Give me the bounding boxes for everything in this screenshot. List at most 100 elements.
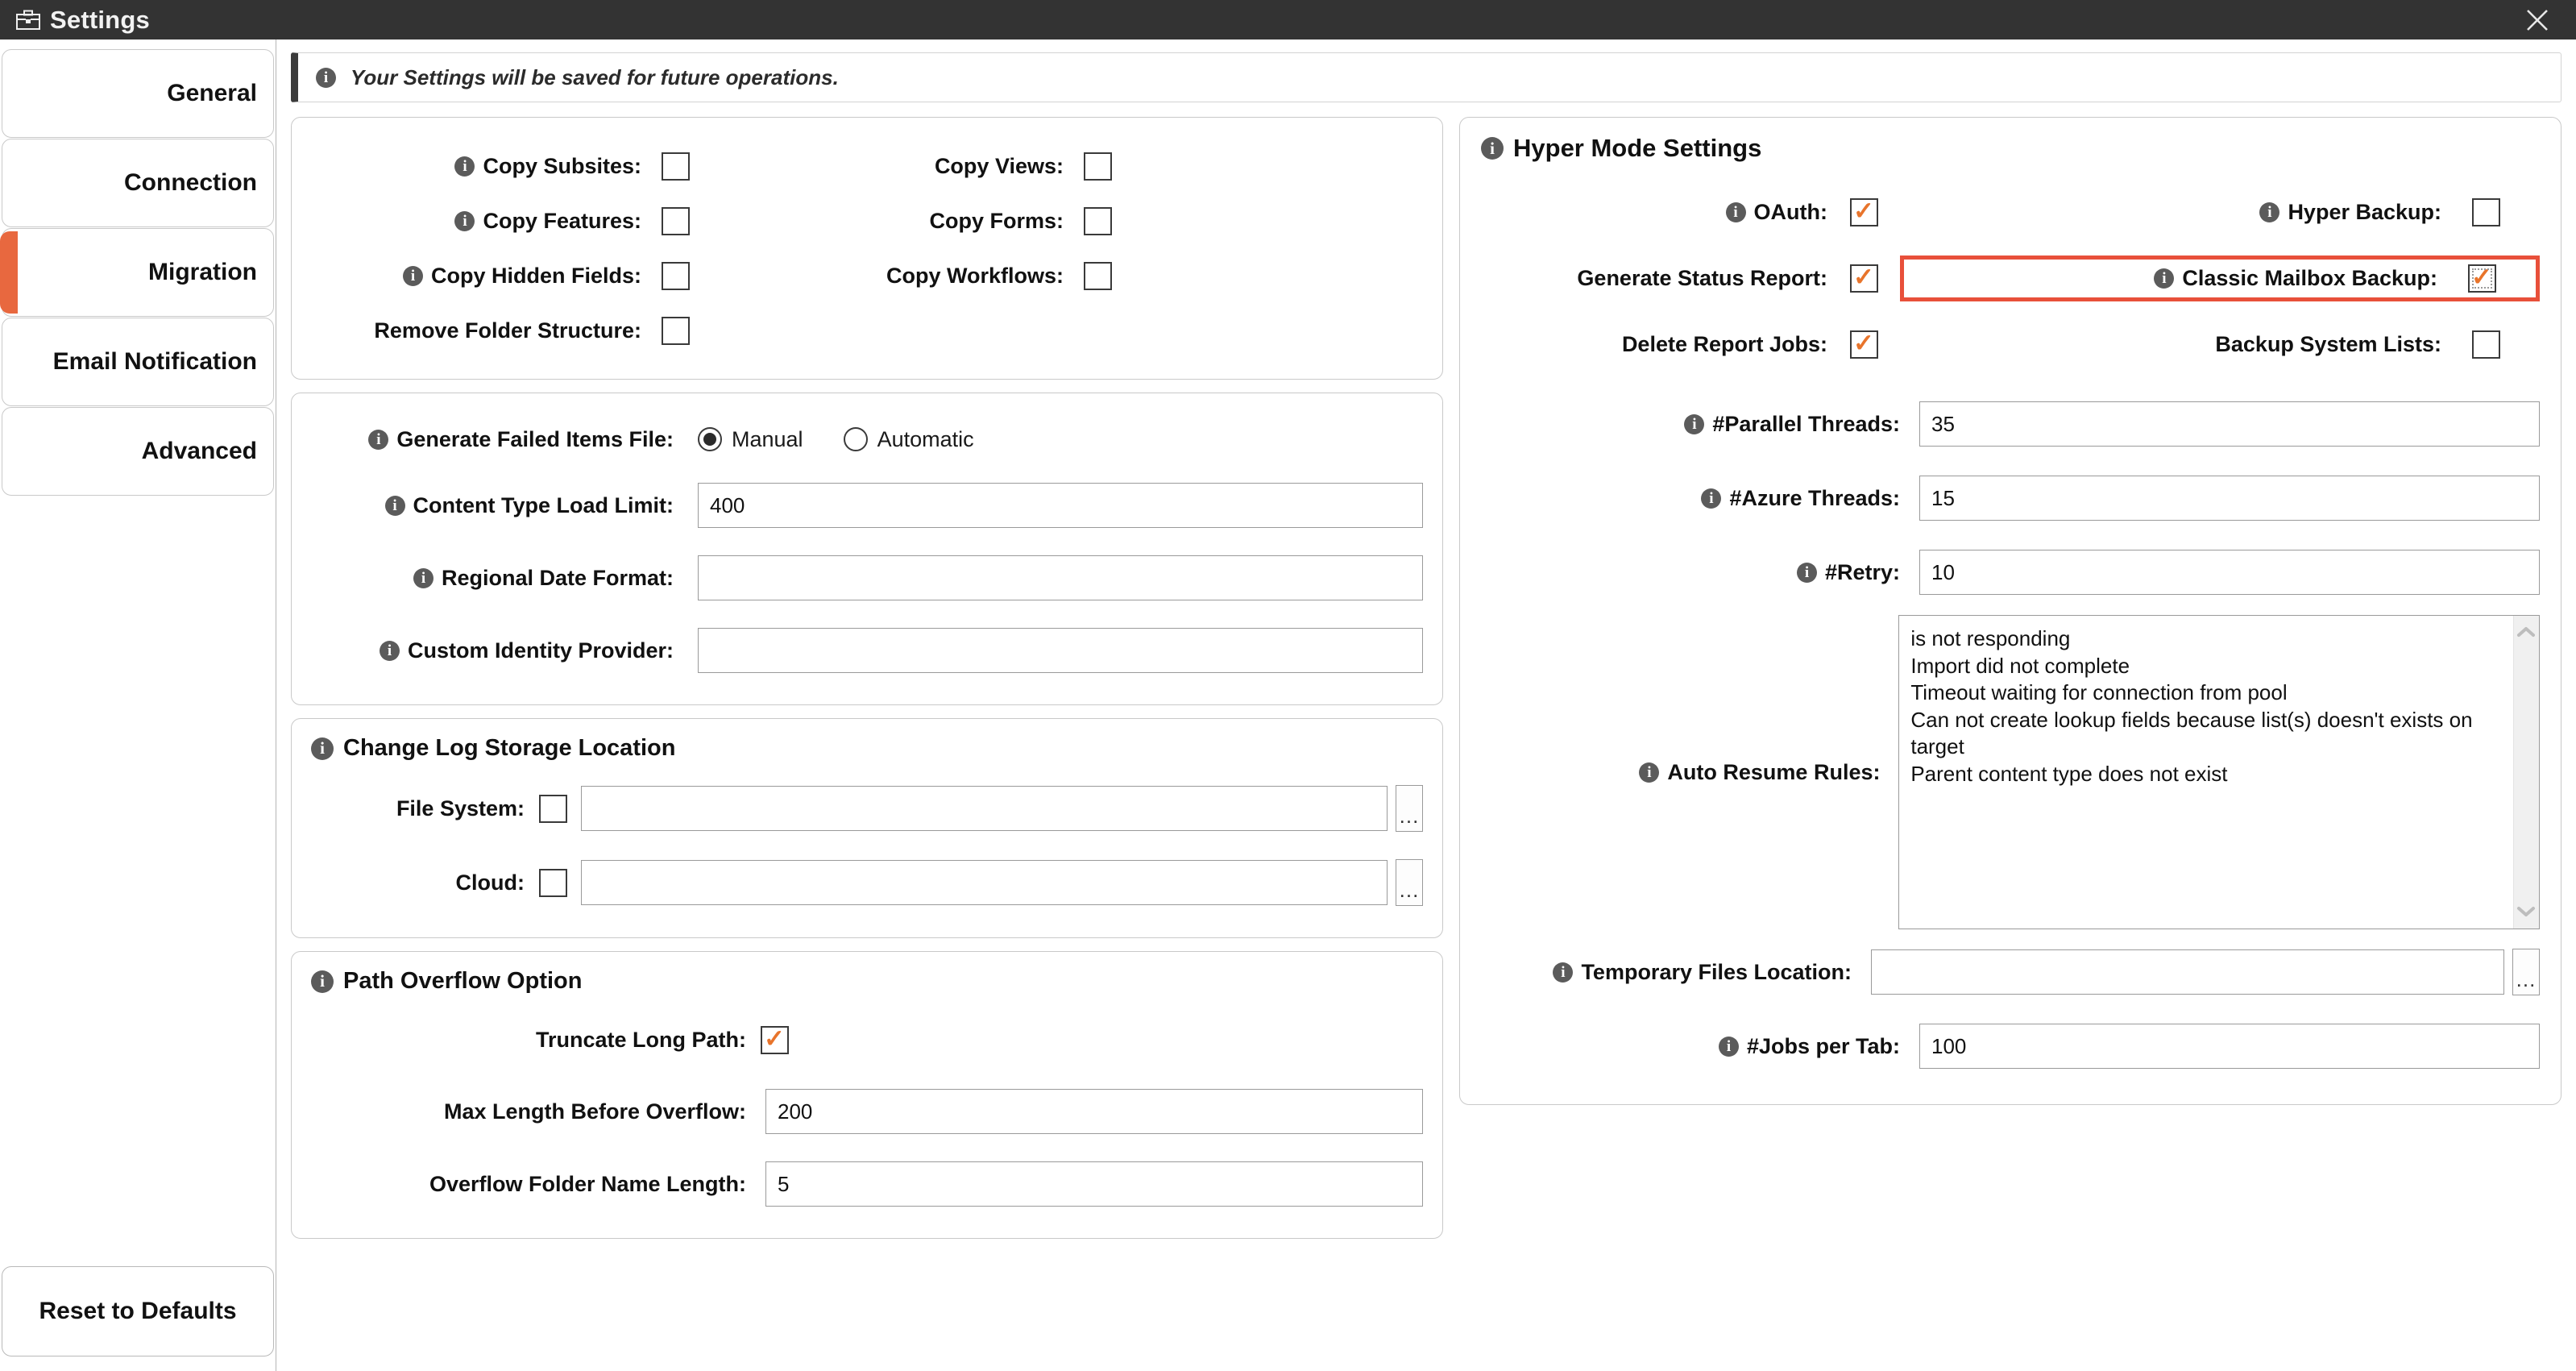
sidebar-item-label: Email Notification <box>52 348 257 375</box>
custom-identity-provider-input[interactable] <box>698 628 1423 673</box>
content-type-load-limit-input[interactable]: 400 <box>698 483 1423 528</box>
generate-failed-items-label-wrap: i Generate Failed Items File: <box>311 427 674 452</box>
hyper-backup-checkbox[interactable] <box>2471 197 2500 226</box>
sidebar-item-advanced[interactable]: Advanced <box>2 407 274 496</box>
hyper-mode-settings-title: Hyper Mode Settings <box>1513 134 1762 162</box>
radio-automatic[interactable]: Automatic <box>843 427 974 452</box>
remove-folder-structure-checkbox[interactable] <box>661 316 690 345</box>
close-icon[interactable] <box>2521 4 2553 36</box>
sidebar-tab-list: General Connection Migration Email Notif… <box>0 49 276 496</box>
copy-forms-checkbox[interactable] <box>1083 206 1112 235</box>
radio-manual[interactable]: Manual <box>698 427 803 452</box>
reset-to-defaults-button[interactable]: Reset to Defaults <box>2 1266 274 1356</box>
auto-resume-rule-item: Timeout waiting for connection from pool <box>1910 680 2288 705</box>
sidebar-item-connection[interactable]: Connection <box>2 139 274 227</box>
file-system-browse-button[interactable]: ... <box>1396 785 1423 832</box>
copy-features-row: i Copy Features: Copy Forms: <box>311 193 1423 248</box>
retry-input[interactable]: 10 <box>1919 550 2540 595</box>
info-icon: i <box>413 567 433 588</box>
sidebar-item-migration[interactable]: Migration <box>0 228 274 317</box>
delete-report-jobs-row: Delete Report Jobs: ✓ Backup System List… <box>1481 313 2540 376</box>
info-icon: i <box>402 265 423 286</box>
change-log-storage-title: Change Log Storage Location <box>343 735 676 761</box>
chevron-down-icon[interactable] <box>2516 902 2536 922</box>
content-type-load-limit-label-wrap: i Content Type Load Limit: <box>311 493 674 518</box>
auto-resume-rule-item: Parent content type does not exist <box>1910 761 2228 786</box>
copy-features-checkbox[interactable] <box>661 206 690 235</box>
classic-mailbox-backup-checkbox[interactable]: ✓ <box>2467 264 2496 293</box>
reset-button-wrap: Reset to Defaults <box>0 1266 276 1371</box>
copy-features-label: Copy Features: <box>483 208 641 233</box>
overflow-folder-name-label-wrap: Overflow Folder Name Length: <box>311 1172 746 1197</box>
parallel-threads-input[interactable]: 35 <box>1919 401 2540 447</box>
custom-identity-provider-row: i Custom Identity Provider: <box>311 614 1423 687</box>
copy-workflows-label-wrap: Copy Workflows: <box>709 264 1064 289</box>
temporary-files-browse-button[interactable]: ... <box>2512 949 2540 995</box>
copy-hidden-fields-checkbox[interactable] <box>661 261 690 290</box>
info-icon: i <box>1718 1036 1739 1057</box>
content-type-load-limit-label: Content Type Load Limit: <box>413 492 674 517</box>
copy-subsites-checkbox[interactable] <box>661 152 690 181</box>
azure-threads-label: #Azure Threads: <box>1729 485 1900 510</box>
max-length-label-wrap: Max Length Before Overflow: <box>311 1099 746 1124</box>
copy-hidden-fields-label-wrap: i Copy Hidden Fields: <box>311 264 641 289</box>
radio-manual-circle <box>698 427 722 451</box>
overflow-folder-name-input[interactable]: 5 <box>765 1161 1423 1207</box>
classic-mailbox-backup-label: Classic Mailbox Backup: <box>2182 265 2437 290</box>
sidebar-item-email-notification[interactable]: Email Notification <box>2 318 274 406</box>
generate-status-report-checkbox[interactable]: ✓ <box>1849 264 1878 293</box>
jobs-per-tab-input[interactable]: 100 <box>1919 1024 2540 1069</box>
copy-workflows-checkbox[interactable] <box>1083 261 1112 290</box>
generate-status-report-row: Generate Status Report: ✓ i Classic Mail… <box>1481 243 2540 313</box>
hyper-mode-settings-group: i Hyper Mode Settings i OAuth: ✓ i Hyper… <box>1459 117 2561 1105</box>
truncate-long-path-checkbox[interactable]: ✓ <box>760 1025 789 1054</box>
file-system-checkbox[interactable] <box>538 794 567 823</box>
copy-views-checkbox[interactable] <box>1083 152 1112 181</box>
auto-resume-rule-item: is not responding <box>1910 626 2071 650</box>
window-title: Settings <box>50 5 150 34</box>
delete-report-jobs-checkbox[interactable]: ✓ <box>1849 330 1878 359</box>
copy-options-group: i Copy Subsites: Copy Views: i Copy Feat… <box>291 117 1443 380</box>
auto-resume-rules-textarea[interactable]: is not responding Import did not complet… <box>1898 615 2540 929</box>
path-overflow-title-wrap: i Path Overflow Option <box>311 968 1423 995</box>
file-system-path-input[interactable] <box>581 786 1388 831</box>
temporary-files-location-label: Temporary Files Location: <box>1581 959 1852 984</box>
cloud-browse-button[interactable]: ... <box>1396 859 1423 906</box>
generate-status-report-label-wrap: Generate Status Report: <box>1481 266 1827 291</box>
path-overflow-group: i Path Overflow Option Truncate Long Pat… <box>291 951 1443 1239</box>
overflow-folder-name-row: Overflow Folder Name Length: 5 <box>311 1148 1423 1220</box>
info-icon: i <box>2154 268 2175 289</box>
cloud-path-input[interactable] <box>581 860 1388 905</box>
azure-threads-row: i #Azure Threads: 15 <box>1481 461 2540 535</box>
generate-status-report-label: Generate Status Report: <box>1577 265 1827 290</box>
file-system-label: File System: <box>396 796 525 821</box>
info-icon: i <box>311 737 334 760</box>
auto-resume-rules-scrollbar[interactable] <box>2512 616 2539 929</box>
regional-date-format-label: Regional Date Format: <box>441 565 674 590</box>
window-titlebar: Settings <box>0 0 2576 39</box>
azure-threads-input[interactable]: 15 <box>1919 476 2540 521</box>
copy-views-label-wrap: Copy Views: <box>709 154 1064 179</box>
temporary-files-location-row: i Temporary Files Location: ... <box>1481 935 2540 1009</box>
backup-system-lists-checkbox[interactable] <box>2471 330 2500 359</box>
info-icon: i <box>379 640 400 661</box>
chevron-up-icon[interactable] <box>2516 622 2536 642</box>
oauth-checkbox[interactable]: ✓ <box>1849 197 1878 226</box>
copy-features-label-wrap: i Copy Features: <box>311 209 641 234</box>
hyper-backup-label-wrap: i Hyper Backup: <box>1910 200 2441 225</box>
temporary-files-location-input[interactable] <box>1871 949 2504 995</box>
info-icon: i <box>316 67 336 88</box>
custom-identity-provider-label-wrap: i Custom Identity Provider: <box>311 638 674 663</box>
file-system-label-wrap: File System: <box>311 796 525 821</box>
truncate-long-path-label: Truncate Long Path: <box>535 1027 746 1052</box>
cloud-row: Cloud: ... <box>311 845 1423 920</box>
sidebar-item-general[interactable]: General <box>2 49 274 138</box>
regional-date-format-row: i Regional Date Format: <box>311 542 1423 614</box>
info-icon: i <box>1701 488 1722 509</box>
max-length-input[interactable]: 200 <box>765 1089 1423 1134</box>
max-length-label: Max Length Before Overflow: <box>443 1099 746 1124</box>
oauth-label-wrap: i OAuth: <box>1481 200 1827 225</box>
cloud-checkbox[interactable] <box>538 868 567 897</box>
regional-date-format-input[interactable] <box>698 555 1423 600</box>
